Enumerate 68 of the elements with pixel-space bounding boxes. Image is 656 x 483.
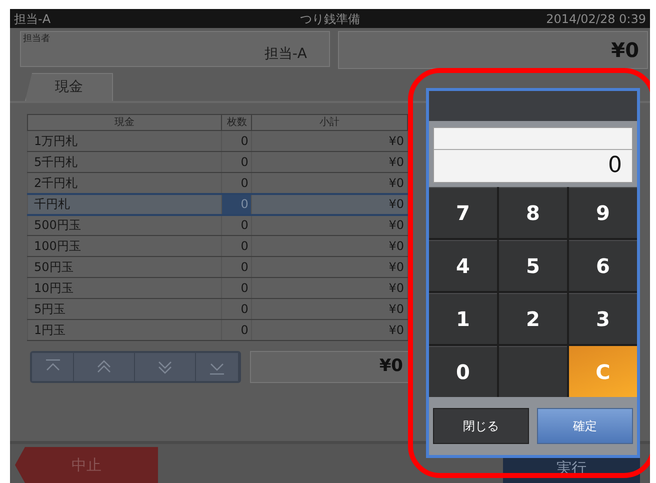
table-row[interactable]: 2千円札 0 ¥0 — [28, 172, 408, 194]
denomination-cell: 100円玉 — [28, 236, 222, 256]
denomination-cell: 500円玉 — [28, 214, 222, 236]
table-total: ¥0 — [250, 351, 410, 383]
digit-key[interactable]: 6 — [569, 240, 637, 291]
subtotal-cell: ¥0 — [252, 172, 408, 194]
digit-key[interactable]: 1 — [429, 293, 497, 344]
table-row[interactable]: 500円玉 0 ¥0 — [28, 214, 408, 236]
total-display: ¥0 — [338, 31, 648, 69]
display-value: 0 — [607, 152, 623, 180]
digit-key[interactable]: 2 — [499, 293, 567, 344]
subtotal-cell: ¥0 — [252, 320, 408, 340]
table-row[interactable]: 千円札 0 ¥0 — [28, 194, 408, 214]
table-row[interactable]: 1円玉 0 ¥0 — [28, 320, 408, 340]
count-cell: 0 — [222, 320, 252, 340]
table-row[interactable]: 100円玉 0 ¥0 — [28, 236, 408, 256]
scroll-bottom-button[interactable] — [196, 353, 239, 381]
table-row[interactable]: 5円玉 0 ¥0 — [28, 298, 408, 320]
operator-name: 担当-A — [14, 10, 51, 28]
count-cell: 0 — [222, 256, 252, 278]
denomination-cell: 10円玉 — [28, 278, 222, 298]
page-down-button[interactable] — [135, 353, 196, 381]
subtotal-cell: ¥0 — [252, 298, 408, 320]
denomination-cell: 1円玉 — [28, 320, 222, 340]
count-cell: 0 — [222, 236, 252, 256]
field-value: 担当-A — [264, 45, 307, 64]
table-row[interactable]: 50円玉 0 ¥0 — [28, 256, 408, 278]
field-label: 担当者 — [23, 33, 50, 46]
subtotal-cell: ¥0 — [252, 214, 408, 236]
count-cell: 0 — [222, 298, 252, 320]
denomination-cell: 千円札 — [28, 194, 222, 214]
digit-key[interactable]: 8 — [499, 187, 567, 238]
count-cell: 0 — [222, 194, 252, 214]
table-row[interactable]: 1万円札 0 ¥0 — [28, 130, 408, 152]
denomination-cell: 1万円札 — [28, 130, 222, 152]
digit-key[interactable]: 4 — [429, 240, 497, 291]
digit-key[interactable]: 0 — [429, 346, 497, 397]
digit-key[interactable]: 3 — [569, 293, 637, 344]
tab[interactable]: 現金 — [25, 73, 113, 101]
subtotal-cell: ¥0 — [252, 152, 408, 172]
denomination-cell: 50円玉 — [28, 256, 222, 278]
denomination-cell: 5千円札 — [28, 152, 222, 172]
clear-key[interactable]: C — [569, 346, 637, 397]
subtotal-cell: ¥0 — [252, 194, 408, 214]
column-header: 小計 — [252, 114, 408, 130]
table-row[interactable]: 5千円札 0 ¥0 — [28, 152, 408, 172]
subtotal-cell: ¥0 — [252, 256, 408, 278]
page-up-button[interactable] — [74, 353, 135, 381]
subtotal-cell: ¥0 — [252, 236, 408, 256]
denomination-cell: 5円玉 — [28, 298, 222, 320]
digit-key[interactable]: 7 — [429, 187, 497, 238]
count-cell: 0 — [222, 130, 252, 152]
subtotal-cell: ¥0 — [252, 130, 408, 152]
count-cell: 0 — [222, 278, 252, 298]
denomination-cell: 2千円札 — [28, 172, 222, 194]
date-time: 2014/02/28 0:39 — [546, 10, 646, 28]
digit-key[interactable]: 9 — [569, 187, 637, 238]
table-row[interactable]: 10円玉 0 ¥0 — [28, 278, 408, 298]
count-cell: 0 — [222, 152, 252, 172]
subtotal-cell: ¥0 — [252, 278, 408, 298]
column-header: 枚数 — [222, 114, 252, 130]
close-button[interactable]: 閉じる — [433, 408, 529, 444]
count-cell: 0 — [222, 172, 252, 194]
scroll-top-button[interactable] — [32, 353, 74, 381]
column-header: 現金 — [28, 114, 222, 130]
confirm-button[interactable]: 確定 — [537, 408, 633, 444]
screen-title: つり銭準備 — [300, 12, 360, 26]
digit-key[interactable]: 5 — [499, 240, 567, 291]
